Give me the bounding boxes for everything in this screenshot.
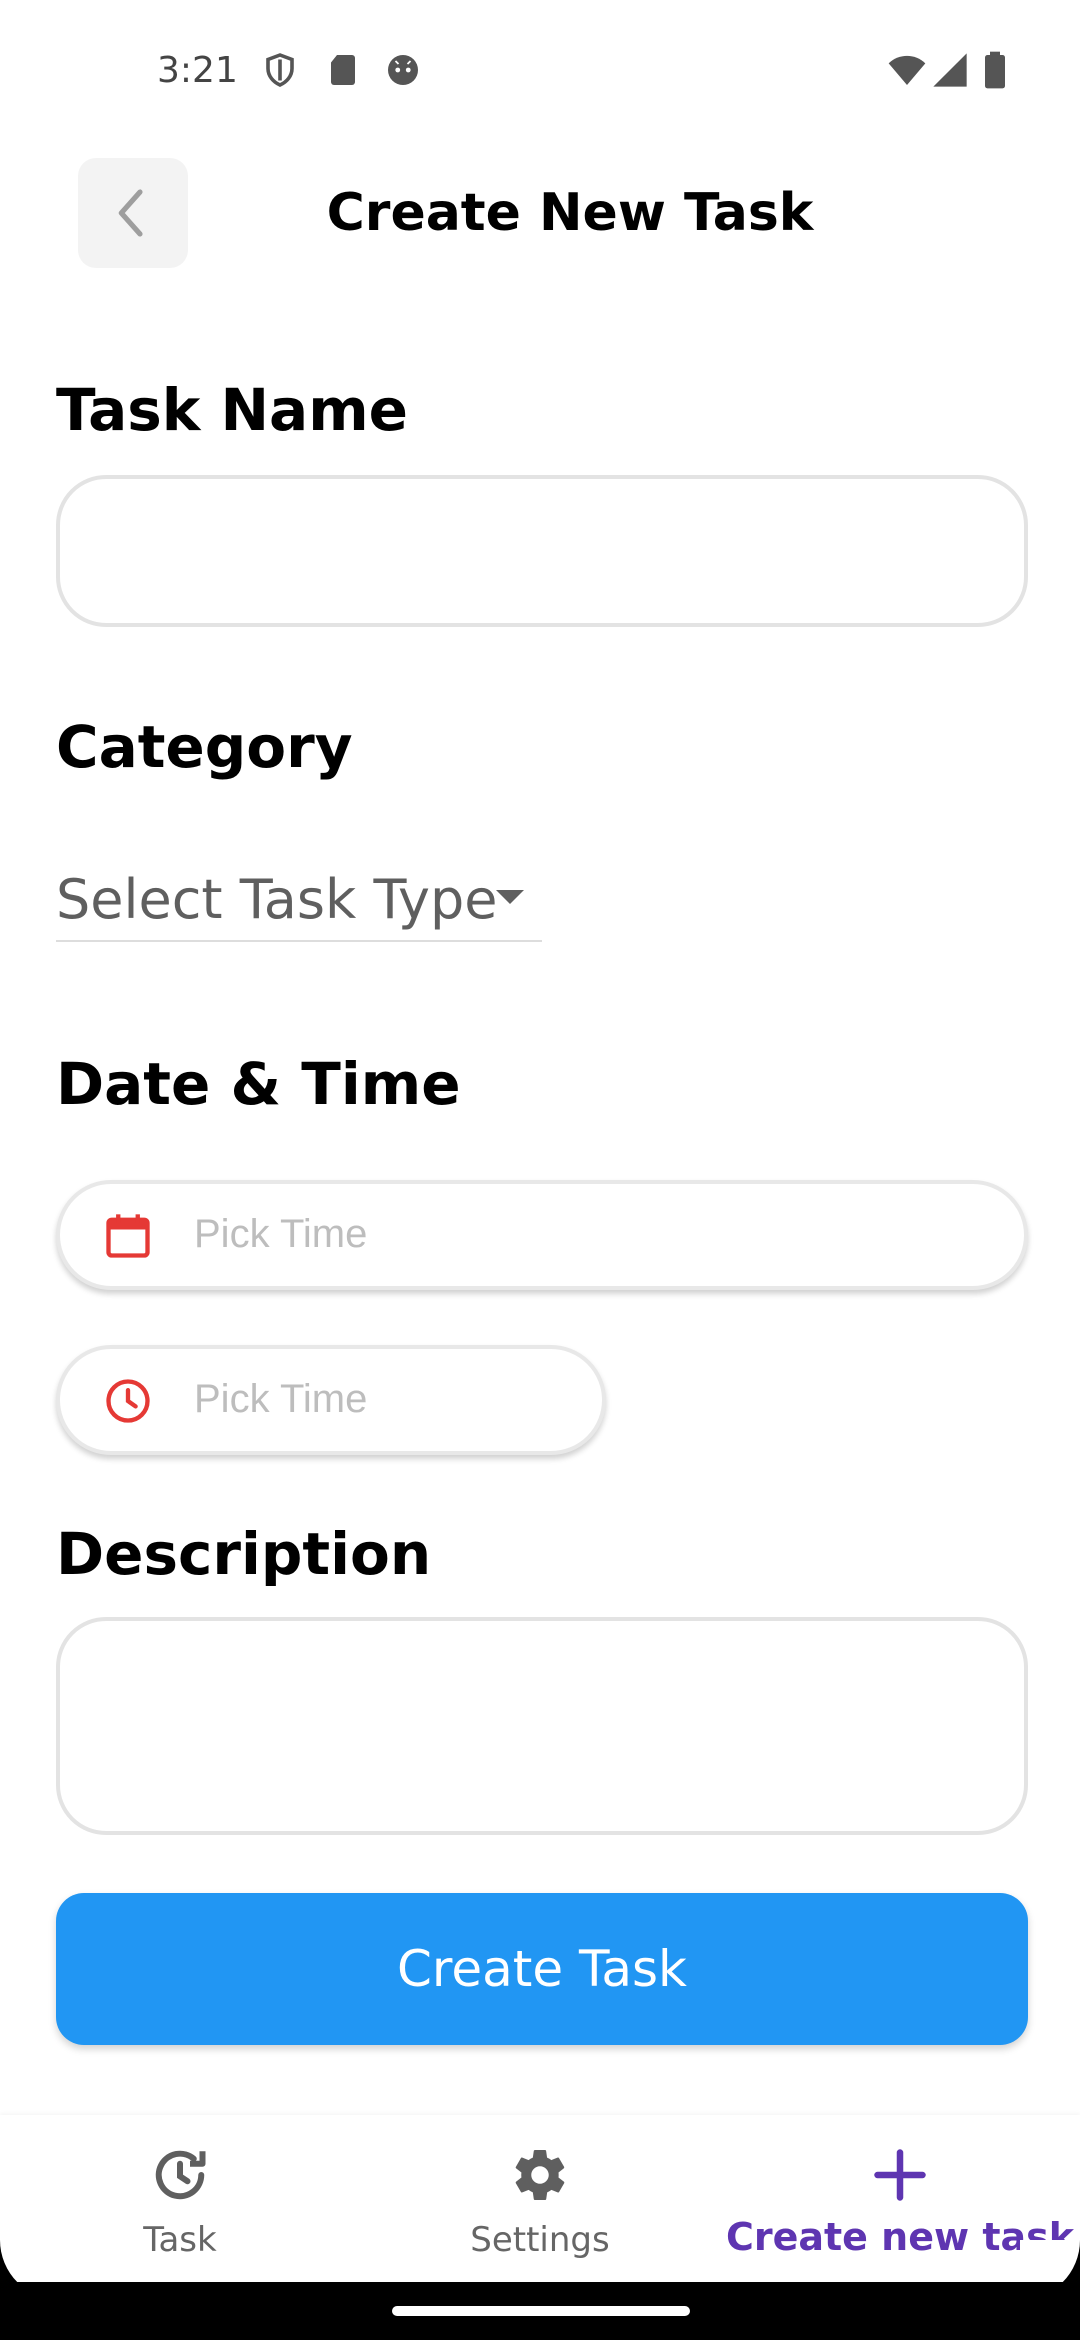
- time-picker-field[interactable]: Pick Time: [56, 1345, 606, 1455]
- create-task-screen: 3:21 Create New Task Task Name Category …: [0, 0, 1080, 2340]
- clock-icon: [106, 1379, 150, 1423]
- status-time: 3:21: [157, 50, 238, 91]
- gear-icon: [515, 2150, 565, 2201]
- signal-icon: [933, 53, 967, 87]
- description-label: Description: [56, 1520, 432, 1588]
- android-face-icon: [388, 55, 418, 85]
- date-picker-field[interactable]: Pick Time: [56, 1180, 1028, 1290]
- sd-card-icon: [331, 55, 355, 85]
- task-name-label: Task Name: [56, 376, 408, 444]
- status-bar: 3:21: [0, 0, 1080, 140]
- category-label: Category: [56, 713, 353, 781]
- plus-icon: [874, 2149, 926, 2201]
- create-task-button[interactable]: Create Task: [56, 1893, 1028, 2045]
- wifi-icon: [888, 55, 926, 85]
- page-title: Create New Task: [326, 183, 814, 243]
- calendar-icon: [106, 1214, 150, 1258]
- time-picker-placeholder: Pick Time: [194, 1377, 368, 1421]
- nav-item-settings[interactable]: Settings: [360, 2115, 720, 2285]
- history-clock-icon: [155, 2150, 206, 2200]
- task-type-dropdown[interactable]: Select Task Type: [56, 860, 542, 942]
- date-time-label: Date & Time: [56, 1050, 461, 1118]
- bottom-navigation: Task Settings Create new task: [0, 2115, 1080, 2285]
- caret-down-icon: [496, 890, 524, 904]
- dropdown-selected-value: Select Task Type: [56, 868, 498, 931]
- description-input[interactable]: [56, 1617, 1028, 1835]
- task-name-input[interactable]: [56, 475, 1028, 627]
- shield-icon: [266, 53, 294, 87]
- nav-label-settings: Settings: [470, 2220, 610, 2260]
- battery-icon: [985, 51, 1005, 89]
- home-gesture-handle[interactable]: [392, 2306, 690, 2316]
- date-picker-placeholder: Pick Time: [194, 1212, 368, 1256]
